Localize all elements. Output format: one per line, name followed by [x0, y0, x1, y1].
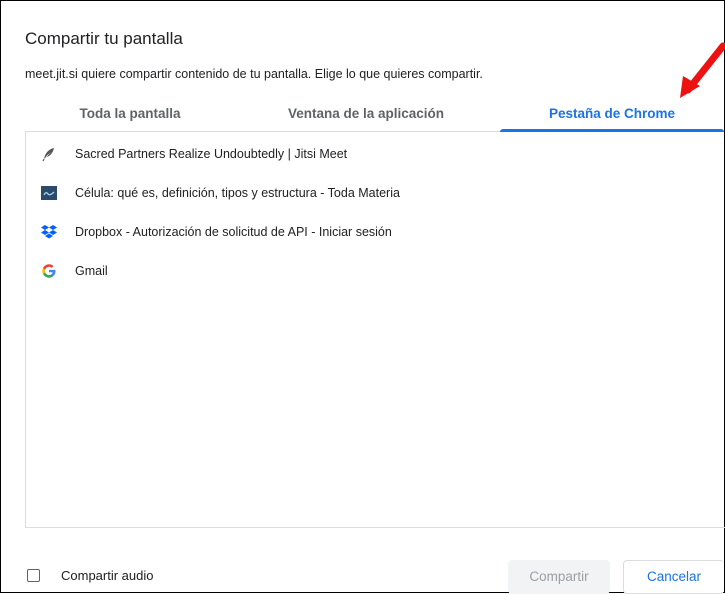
annotation-arrow-icon	[680, 42, 725, 98]
share-audio-label: Compartir audio	[61, 568, 154, 583]
cancel-button[interactable]: Cancelar	[623, 560, 724, 594]
chrome-tab-list: Sacred Partners Realize Undoubtedly | Ji…	[25, 132, 725, 528]
tab-entire-screen[interactable]: Toda la pantalla	[25, 97, 235, 131]
share-button[interactable]: Compartir	[508, 560, 610, 594]
list-item[interactable]: Dropbox - Autorización de solicitud de A…	[26, 212, 725, 251]
dialog-subtitle: meet.jit.si quiere compartir contenido d…	[25, 67, 483, 81]
list-item[interactable]: Célula: qué es, definición, tipos y estr…	[26, 173, 725, 212]
dropbox-icon	[41, 224, 57, 240]
list-item-label: Gmail	[75, 263, 108, 278]
tab-chrome-tab[interactable]: Pestaña de Chrome	[500, 97, 724, 132]
source-tabs: Toda la pantalla Ventana de la aplicació…	[25, 97, 724, 132]
list-item-label: Dropbox - Autorización de solicitud de A…	[75, 224, 392, 239]
list-item-label: Sacred Partners Realize Undoubtedly | Ji…	[75, 146, 348, 161]
tab-application-window[interactable]: Ventana de la aplicación	[235, 97, 497, 131]
list-item-label: Célula: qué es, definición, tipos y estr…	[75, 185, 400, 200]
list-item[interactable]: Sacred Partners Realize Undoubtedly | Ji…	[26, 134, 725, 173]
google-icon	[41, 263, 57, 279]
share-screen-dialog: Compartir tu pantalla meet.jit.si quiere…	[0, 0, 725, 594]
list-item[interactable]: Gmail	[26, 251, 725, 290]
jitsi-feather-icon	[41, 146, 57, 162]
share-audio-checkbox[interactable]	[27, 569, 40, 582]
dialog-title: Compartir tu pantalla	[25, 29, 183, 48]
toda-materia-icon	[41, 185, 57, 201]
